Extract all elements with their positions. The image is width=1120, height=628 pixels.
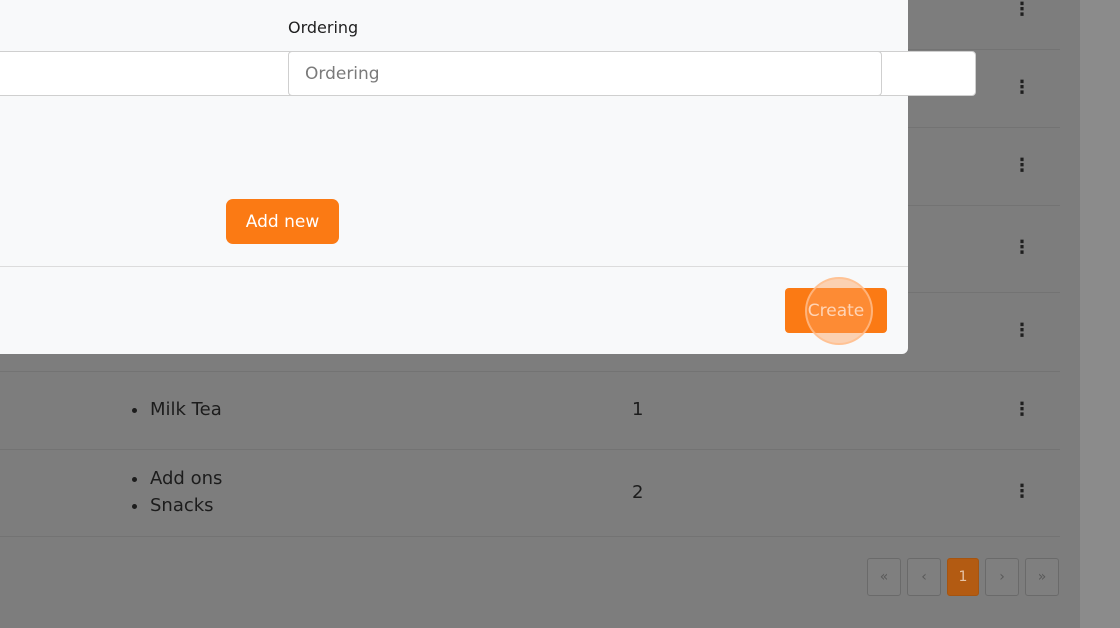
page-1-button[interactable]: 1 [947, 558, 979, 596]
pagination: « ‹ 1 › » [867, 558, 1059, 598]
kebab-menu-icon[interactable]: ⋮ [1012, 321, 1032, 341]
next-page-button[interactable]: › [985, 558, 1019, 596]
kebab-menu-icon[interactable]: ⋮ [1012, 482, 1032, 502]
category-item: Snacks [132, 492, 222, 519]
category-list: Milk Tea [132, 396, 222, 423]
kebab-menu-icon[interactable]: ⋮ [1012, 0, 1032, 20]
table-row: Milk Tea 1 ⋮ [0, 372, 1060, 450]
prev-page-button[interactable]: ‹ [907, 558, 941, 596]
add-new-button[interactable]: Add new [226, 199, 339, 244]
kebab-menu-icon[interactable]: ⋮ [1012, 400, 1032, 420]
table-row: Add ons Snacks 2 ⋮ [0, 450, 1060, 537]
kebab-menu-icon[interactable]: ⋮ [1012, 238, 1032, 258]
category-list: Add ons Snacks [132, 465, 222, 519]
create-button[interactable]: Create [785, 288, 887, 333]
category-item: Milk Tea [132, 396, 222, 423]
kebab-menu-icon[interactable]: ⋮ [1012, 156, 1032, 176]
scroll-gutter [1080, 0, 1120, 628]
ordering-label: Ordering [288, 18, 359, 37]
footer-divider [0, 266, 908, 267]
last-page-button[interactable]: » [1025, 558, 1059, 596]
category-item: Add ons [132, 465, 222, 492]
order-value: 1 [632, 399, 644, 420]
kebab-menu-icon[interactable]: ⋮ [1012, 78, 1032, 98]
ordering-input[interactable] [288, 51, 882, 96]
first-page-button[interactable]: « [867, 558, 901, 596]
order-value: 2 [632, 482, 644, 503]
create-modal: Ordering Add new Create [0, 0, 976, 354]
